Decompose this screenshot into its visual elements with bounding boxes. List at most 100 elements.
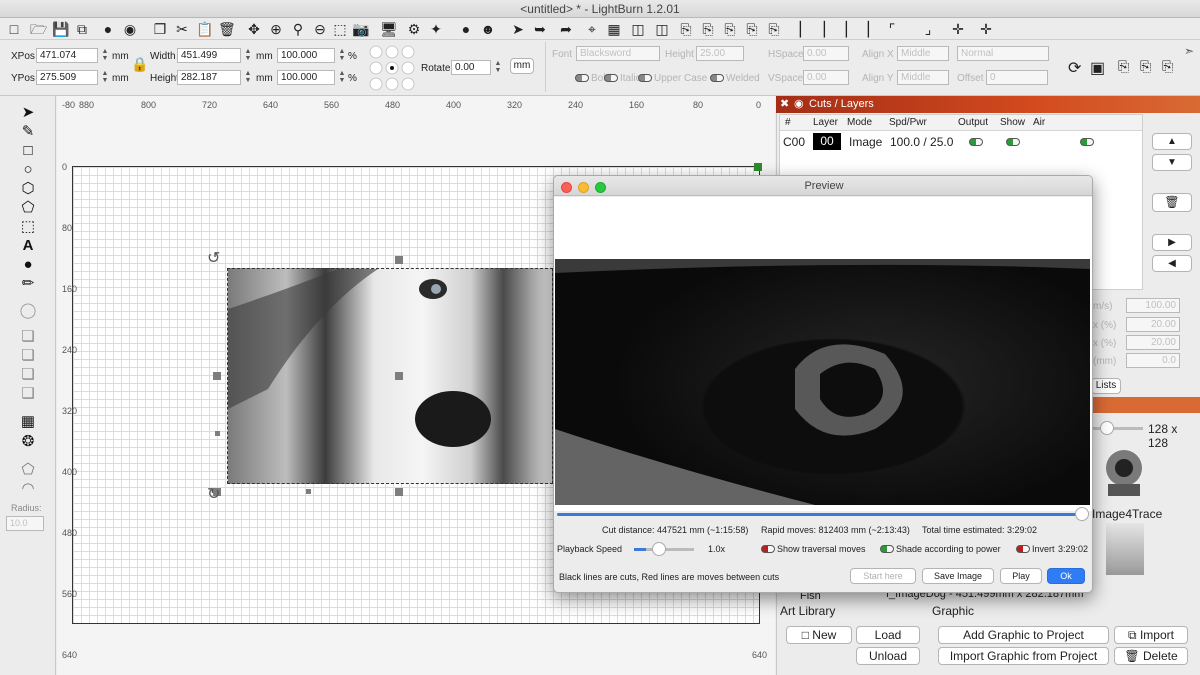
hspace-field[interactable]: 0.00 (803, 46, 849, 61)
prev-button[interactable]: ◀ (1152, 255, 1192, 272)
offset-tool-icon[interactable]: ◯ (18, 302, 38, 320)
units-toggle-button[interactable]: mm (510, 58, 534, 74)
origin-selector[interactable] (369, 44, 415, 92)
width-field[interactable]: 451.499 (177, 48, 241, 63)
weld-icon[interactable]: ❏ (18, 385, 38, 403)
zoom-in-icon[interactable]: ⊕ (268, 21, 284, 37)
boolean-union-icon[interactable]: ❏ (18, 328, 38, 346)
close-panel-icon[interactable]: ✖ (780, 96, 789, 113)
measure-tool-icon[interactable]: ✏ (18, 275, 38, 293)
tools-icon[interactable]: ✦ (428, 21, 444, 37)
zoom-fit-icon[interactable]: ⚲ (290, 21, 306, 37)
preview-progress-bar[interactable] (557, 513, 1087, 516)
height-spinner[interactable]: ▲ ▼ (244, 70, 252, 84)
import-icon[interactable]: ● (100, 21, 116, 37)
output-toggle[interactable] (969, 138, 983, 146)
delete-layer-button[interactable]: 🗑 (1152, 193, 1192, 212)
circular-array-icon[interactable]: ❂ (18, 433, 38, 451)
next-button[interactable]: ▶ (1152, 234, 1192, 251)
mirror-v-icon[interactable]: ◫ (654, 21, 670, 37)
tab-tool-icon[interactable]: ⬠ (18, 461, 38, 479)
align-middle-icon[interactable]: ⎜ (794, 21, 810, 37)
style-select[interactable]: Normal (957, 46, 1049, 61)
unload-library-button[interactable]: Unload (856, 647, 920, 665)
corner-tl-icon[interactable]: ⌜ (884, 21, 900, 37)
xpos-spinner[interactable]: ▲ ▼ (101, 48, 109, 62)
selection-handle[interactable] (395, 256, 403, 264)
ellipse-tool-icon[interactable]: ○ (18, 161, 38, 179)
play-button[interactable]: Play (1000, 568, 1042, 584)
array-icon[interactable]: ▦ (606, 21, 622, 37)
italic-toggle[interactable] (604, 74, 618, 82)
space-icon-2[interactable]: ⎜ (862, 21, 878, 37)
align-center-icon[interactable]: ⎘ (700, 21, 716, 37)
cut-icon[interactable]: ✂ (174, 21, 190, 37)
xpos-field[interactable]: 471.074 (36, 48, 98, 63)
preview-progress-knob[interactable] (1075, 507, 1089, 521)
air-toggle[interactable] (1080, 138, 1094, 146)
playback-speed-knob[interactable] (652, 542, 666, 556)
align-vcenter-icon[interactable]: ⎘ (1140, 58, 1151, 75)
grid-array-icon[interactable]: ▦ (18, 413, 38, 431)
mirror-h-icon[interactable]: ◫ (630, 21, 646, 37)
refresh-icon[interactable]: ⟳ (1068, 58, 1081, 78)
ypos-field[interactable]: 275.509 (36, 70, 98, 85)
rotate-field[interactable]: 0.00 (451, 60, 491, 75)
align-edge-icon[interactable]: ⎘ (1162, 58, 1173, 75)
position-laser-icon[interactable]: ● (18, 256, 38, 274)
min-power-field[interactable]: 20.00 (1126, 335, 1180, 350)
height-field[interactable]: 282.187 (177, 70, 241, 85)
load-library-button[interactable]: Load (856, 626, 920, 644)
rectangle-tool-icon[interactable]: □ (18, 142, 38, 160)
aligny-select[interactable]: Middle (897, 70, 949, 85)
rotate-handle-icon[interactable]: ↺ (207, 248, 220, 268)
group-icon[interactable]: ● (458, 21, 474, 37)
diving-helmet-thumbnail[interactable] (1102, 446, 1146, 498)
selection-handle[interactable] (395, 488, 403, 496)
ypos-spinner[interactable]: ▲ ▼ (101, 70, 109, 84)
image-thumbnail[interactable] (1106, 523, 1144, 575)
lists-button[interactable]: Lists (1091, 378, 1121, 394)
boolean-diff-icon[interactable]: ❏ (18, 347, 38, 365)
boolean-intersect-icon[interactable]: ❏ (18, 366, 38, 384)
edit-nodes-icon[interactable]: ⬠ (18, 199, 38, 217)
offset-field[interactable]: 0 (986, 70, 1048, 85)
rotate-spinner[interactable]: ▲ ▼ (494, 60, 502, 74)
vspace-field[interactable]: 0.00 (803, 70, 849, 85)
move-icon[interactable]: ✥ (246, 21, 262, 37)
invert-toggle[interactable] (1016, 545, 1030, 553)
export-icon[interactable]: ⧉ (74, 21, 90, 37)
max-power-field[interactable]: 20.00 (1126, 317, 1180, 332)
add-graphic-button[interactable]: Add Graphic to Project (938, 626, 1109, 644)
show-traversal-toggle[interactable] (761, 545, 775, 553)
scale-x-field[interactable]: 100.000 (277, 48, 335, 63)
lock-icon[interactable]: 🔒 (131, 56, 148, 73)
corner-br-icon[interactable]: ⌟ (920, 21, 936, 37)
crosshair-icon[interactable]: ✛ (978, 21, 994, 37)
show-toggle[interactable] (1006, 138, 1020, 146)
camera-icon[interactable]: 📷 (352, 21, 369, 37)
frame-tool-icon[interactable]: ⬚ (18, 218, 38, 236)
float-panel-icon[interactable]: ◉ (794, 96, 804, 113)
distribute-icon[interactable]: ⎘ (766, 21, 782, 37)
save-icon[interactable]: 💾 (52, 21, 69, 37)
width-spinner[interactable]: ▲ ▼ (244, 48, 252, 62)
camera-trace-icon[interactable]: ▣ (1090, 58, 1105, 78)
radius-field[interactable]: 10.0 (6, 516, 44, 531)
pen-tool-icon[interactable]: ✎ (18, 123, 38, 141)
user-icon[interactable]: ☻ (480, 21, 496, 37)
open-folder-icon[interactable]: 🗁 (30, 21, 47, 37)
paper-plane-icon-2[interactable]: ➦ (558, 21, 574, 37)
send-icon[interactable]: ➤ (510, 21, 526, 37)
preview-render-area[interactable] (554, 197, 1092, 511)
copy-icon[interactable]: ❐ (152, 21, 168, 37)
polygon-tool-icon[interactable]: ⬡ (18, 180, 38, 198)
ok-button[interactable]: Ok (1047, 568, 1085, 584)
selection-handle[interactable] (213, 372, 221, 380)
dog-image[interactable] (227, 268, 553, 484)
import-button[interactable]: ⧉ Import (1114, 626, 1188, 644)
align-top-icon[interactable]: ⎘ (744, 21, 760, 37)
text-height-field[interactable]: 25.00 (696, 46, 744, 61)
scale-y-spinner[interactable]: ▲ ▼ (338, 70, 346, 84)
layer-color-swatch[interactable]: 00 (813, 133, 841, 150)
